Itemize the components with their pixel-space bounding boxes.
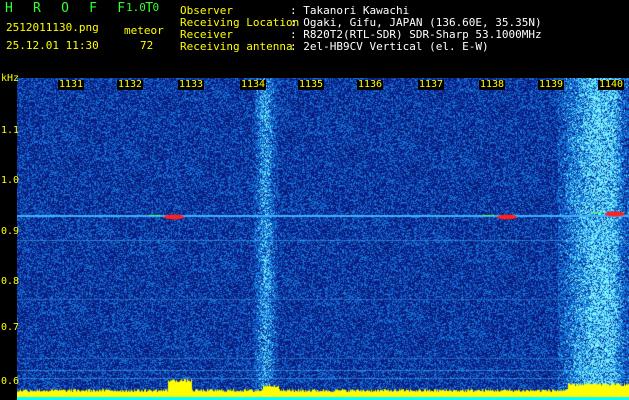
header-panel: H R O F F T 1.0.0 2512011130.png 25.12.0… [0,0,629,72]
meteor-label: meteor [124,24,164,37]
x-tick-label: 1138 [479,79,506,90]
y-tick-label: 0.8 [1,276,20,287]
y-tick-label: 0.9 [1,226,20,237]
info-antenna-value: : 2el-HB9CV Vertical (el. E-W) [290,40,489,53]
file-name: 2512011130.png [6,21,99,34]
x-tick-label: 1140 [598,79,625,90]
x-tick-label: 1134 [240,79,267,90]
x-tick-label: 1132 [117,79,144,90]
meteor-count: 72 [140,39,154,52]
x-tick-label: 1135 [298,79,325,90]
app-version: 1.0.0 [126,1,160,14]
x-tick-label: 1136 [357,79,384,90]
y-tick-label: 1.0 [1,175,20,186]
x-tick-label: 1131 [58,79,85,90]
x-tick-label: 1139 [538,79,565,90]
y-tick-label: 0.7 [1,322,20,333]
date-time: 25.12.01 11:30 [6,39,99,52]
spectrogram-canvas [17,78,629,400]
x-tick-label: 1137 [418,79,445,90]
y-tick-label: 1.1 [1,125,20,136]
x-tick-label: 1133 [178,79,205,90]
y-axis-unit: kHz [1,73,20,84]
y-tick-label: 0.6 [1,376,20,387]
info-antenna-key: Receiving antenna [180,40,293,53]
